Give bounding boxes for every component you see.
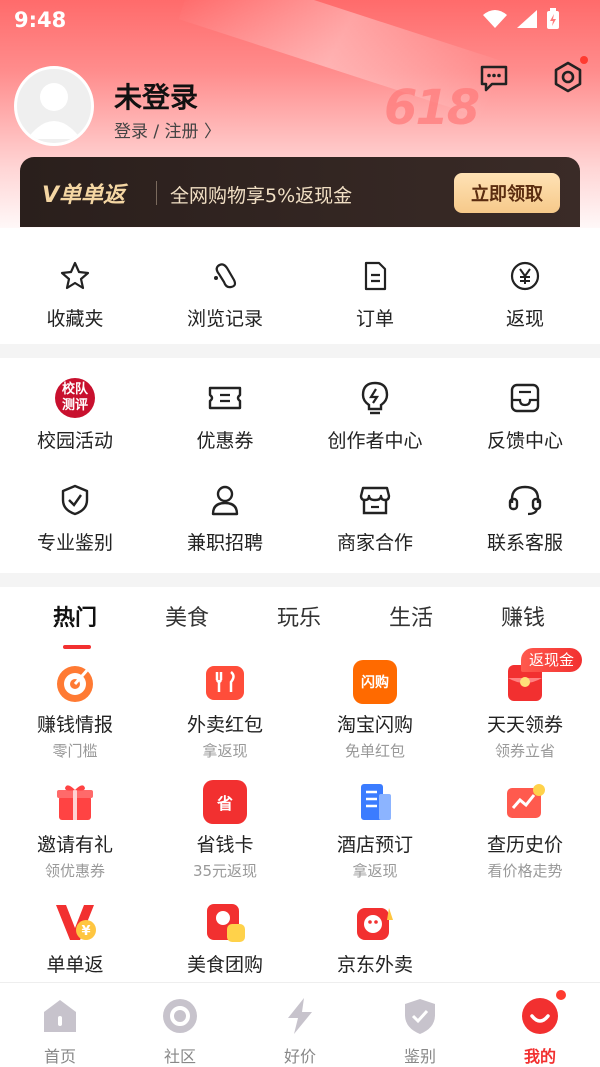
inbox-icon [510, 383, 540, 413]
bottom-navigation: 首页 社区 好价 鉴别 我的 [0, 982, 600, 1067]
headset-icon [508, 485, 542, 516]
signal-icon [517, 10, 537, 28]
quick-item-favorites[interactable]: 收藏夹 [0, 256, 150, 331]
svg-text:¥: ¥ [81, 924, 90, 939]
service-item[interactable]: 闪购 淘宝闪购 免单红包 [300, 660, 450, 761]
document-icon [364, 261, 387, 291]
v-coin-icon: ¥ [56, 905, 96, 940]
food-group-icon [207, 904, 245, 942]
profile-notification-dot [556, 990, 566, 1000]
vip-promo-text: 全网购物享5%返现金 [170, 185, 353, 207]
nav-community[interactable]: 社区 [120, 983, 240, 1067]
service-item[interactable]: 邀请有礼 领优惠券 [0, 780, 150, 881]
tool-item-creator[interactable]: 创作者中心 [300, 378, 450, 453]
status-time: 9:48 [14, 8, 67, 32]
tab-food[interactable]: 美食 [131, 600, 243, 642]
tool-item-campus[interactable]: 校队 测评 校园活动 [0, 378, 150, 453]
service-item[interactable]: 酒店预订 拿返现 [300, 780, 450, 881]
tool-item-part-time[interactable]: 兼职招聘 [150, 480, 300, 555]
lightning-icon [288, 998, 312, 1034]
hotel-building-icon [361, 784, 391, 820]
tab-life[interactable]: 生活 [355, 600, 467, 642]
cashback-badge: 返现金 [521, 648, 583, 672]
service-item[interactable]: ¥ 单单返 [0, 900, 150, 977]
vip-cashback-banner[interactable]: V单单返 全网购物享5%返现金 立即领取 [20, 157, 580, 227]
claim-now-button[interactable]: 立即领取 [454, 173, 560, 213]
tools-card: 校队 测评 校园活动 优惠券 创作者中心 反馈中心 专业鉴别 兼职招聘 商家合作… [0, 358, 600, 573]
tool-item-customer-service[interactable]: 联系客服 [450, 480, 600, 555]
settings-notification-dot [580, 56, 588, 64]
store-icon [359, 486, 391, 515]
shield-check-icon [61, 484, 89, 516]
save-card-icon: 省 [203, 780, 247, 824]
service-item[interactable]: 京东外卖 [300, 900, 450, 977]
price-chart-icon [507, 784, 545, 818]
campus-icon: 校队 测评 [55, 378, 95, 418]
tool-item-merchant[interactable]: 商家合作 [300, 480, 450, 555]
nav-profile[interactable]: 我的 [480, 983, 600, 1067]
service-item[interactable]: 省 省钱卡 35元返现 [150, 780, 300, 881]
gear-icon[interactable] [551, 60, 585, 94]
target-icon [57, 666, 93, 702]
service-item[interactable]: 美食团购 [150, 900, 300, 977]
battery-icon [547, 8, 559, 29]
community-ring-icon [163, 999, 197, 1033]
quick-item-orders[interactable]: 订单 [300, 256, 450, 331]
nav-home[interactable]: 首页 [0, 983, 120, 1067]
service-item[interactable]: 天天领券 领券立省 [450, 660, 600, 761]
active-tab-indicator [63, 645, 91, 649]
wifi-icon [483, 10, 507, 28]
gift-icon [57, 785, 93, 820]
avatar[interactable] [14, 66, 94, 146]
shield-icon [405, 999, 435, 1034]
ticket-icon [208, 386, 242, 410]
nav-authenticate[interactable]: 鉴别 [360, 983, 480, 1067]
login-status-title[interactable]: 未登录 [114, 76, 198, 116]
service-item[interactable]: 外卖红包 拿返现 [150, 660, 300, 761]
yen-circle-icon [510, 261, 540, 291]
tab-earn[interactable]: 赚钱 [467, 600, 579, 642]
tool-item-feedback[interactable]: 反馈中心 [450, 378, 600, 453]
event-618-badge: 618 [384, 80, 480, 136]
quick-item-history[interactable]: 浏览记录 [150, 256, 300, 331]
default-avatar-icon [27, 83, 81, 139]
message-icon[interactable] [478, 62, 510, 94]
flash-buy-icon: 闪购 [353, 660, 397, 704]
tab-fun[interactable]: 玩乐 [243, 600, 355, 642]
star-icon [60, 261, 90, 290]
tab-hot[interactable]: 热门 [19, 600, 131, 642]
tool-item-authentication[interactable]: 专业鉴别 [0, 480, 150, 555]
quick-item-cashback[interactable]: 返现 [450, 256, 600, 331]
jd-takeout-icon [357, 908, 393, 940]
footprint-icon [214, 263, 237, 289]
nav-deals[interactable]: 好价 [240, 983, 360, 1067]
category-tabs: 热门 美食 玩乐 生活 赚钱 [0, 600, 600, 642]
takeout-bag-icon [206, 666, 244, 700]
quick-access-card: 收藏夹 浏览记录 订单 返现 [0, 228, 600, 344]
profile-smile-icon [522, 998, 558, 1034]
service-item[interactable]: 赚钱情报 零门槛 [0, 660, 150, 761]
person-icon [211, 485, 239, 516]
service-item[interactable]: 查历史价 看价格走势 [450, 780, 600, 881]
tool-item-coupons[interactable]: 优惠券 [150, 378, 300, 453]
status-bar: 9:48 [0, 0, 600, 40]
vip-logo: V单单返 [42, 183, 126, 208]
bulb-icon [361, 381, 389, 415]
home-icon [44, 1000, 76, 1032]
login-register-link[interactable]: 登录 / 注册 〉 [114, 117, 221, 142]
